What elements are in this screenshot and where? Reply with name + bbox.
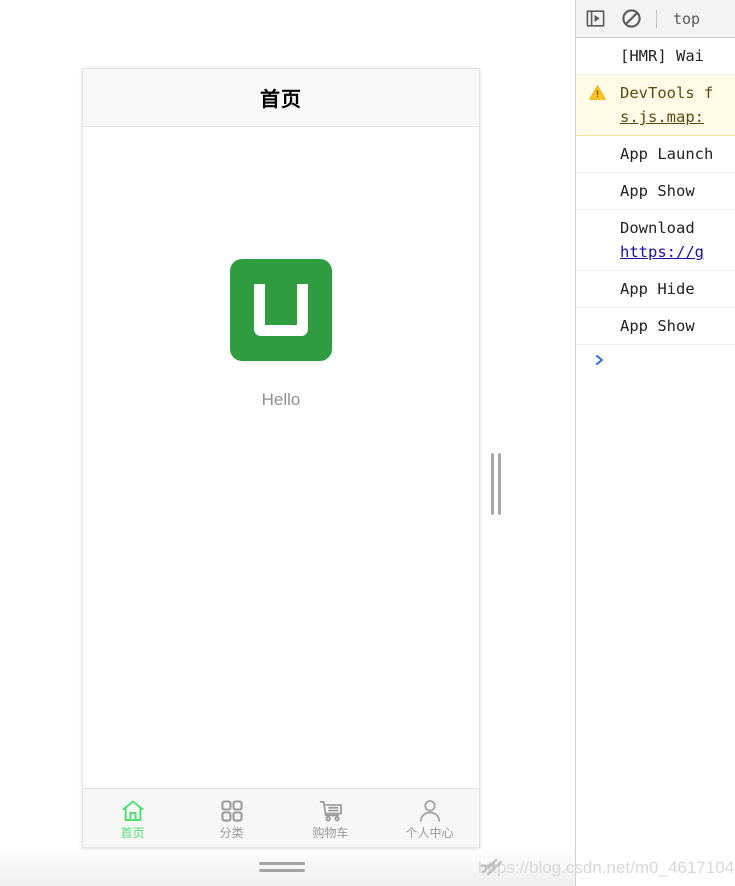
console-message-text: App Show — [620, 317, 695, 336]
console-input-prompt[interactable] — [576, 345, 735, 375]
console-message-text: DevTools f — [620, 84, 714, 103]
tab-category[interactable]: 分类 — [182, 789, 281, 847]
console-toolbar: top — [576, 0, 735, 38]
console-message-list: [HMR] Wai DevTools f s.js.map: App Launc… — [576, 38, 735, 375]
chevron-right-icon — [594, 353, 606, 367]
console-source-link[interactable]: s.js.map: — [620, 105, 731, 129]
device-tabbar: 首页 分类 购物车 个人中心 — [83, 788, 479, 847]
console-row[interactable]: App Show — [576, 308, 735, 346]
resize-grip-bar — [498, 453, 501, 515]
console-message-text: App Show — [620, 182, 695, 201]
tab-profile-label: 个人中心 — [405, 825, 454, 840]
app-root: 首页 Hello 首页 分类 购物车 个人中心 top [HMR] Wai De… — [0, 0, 735, 886]
console-row[interactable]: Download https://g — [576, 210, 735, 272]
resize-handle-horizontal[interactable] — [259, 859, 305, 875]
home-icon — [120, 798, 146, 824]
tab-home[interactable]: 首页 — [83, 789, 182, 847]
console-row[interactable]: App Launch — [576, 136, 735, 174]
warning-triangle-icon — [589, 84, 606, 101]
uni-app-logo-icon — [230, 259, 332, 361]
console-row[interactable]: [HMR] Wai — [576, 38, 735, 76]
person-icon — [417, 798, 443, 824]
tab-cart[interactable]: 购物车 — [281, 789, 380, 847]
tab-category-label: 分类 — [219, 825, 244, 840]
console-row-warning[interactable]: DevTools f s.js.map: — [576, 75, 735, 137]
tab-profile[interactable]: 个人中心 — [380, 789, 479, 847]
preview-top-strip — [0, 0, 575, 38]
devtools-console-pane: top [HMR] Wai DevTools f s.js.map: App L — [575, 0, 735, 886]
device-frame: 首页 Hello 首页 分类 购物车 个人中心 — [82, 68, 480, 848]
no-entry-icon[interactable] — [620, 8, 642, 30]
device-navbar: 首页 — [83, 69, 479, 127]
console-message-text: App Launch — [620, 145, 714, 164]
hello-text: Hello — [261, 390, 301, 409]
console-url-link[interactable]: https://g — [620, 240, 731, 264]
page-title: 首页 — [260, 87, 302, 111]
resize-grip-bar — [259, 862, 305, 865]
console-row[interactable]: App Show — [576, 173, 735, 211]
device-page-content: Hello — [83, 127, 479, 788]
sidebar-play-icon[interactable] — [584, 8, 606, 30]
tab-home-label: 首页 — [120, 825, 145, 840]
simulator-preview-pane: 首页 Hello 首页 分类 购物车 个人中心 — [0, 0, 575, 886]
toolbar-divider — [656, 9, 657, 28]
context-selector[interactable]: top — [671, 10, 700, 28]
console-message-text: [HMR] Wai — [620, 47, 704, 65]
console-message-text: App Hide — [620, 280, 695, 299]
resize-handle-vertical[interactable] — [484, 441, 508, 527]
cart-icon — [318, 798, 344, 824]
console-row[interactable]: App Hide — [576, 271, 735, 309]
resize-grip-bar — [259, 869, 305, 872]
tab-cart-label: 购物车 — [312, 825, 349, 840]
logo-letter-u — [254, 284, 308, 336]
console-message-text: Download — [620, 219, 695, 238]
resize-grip-bar — [491, 453, 494, 515]
grid-icon — [219, 798, 245, 824]
